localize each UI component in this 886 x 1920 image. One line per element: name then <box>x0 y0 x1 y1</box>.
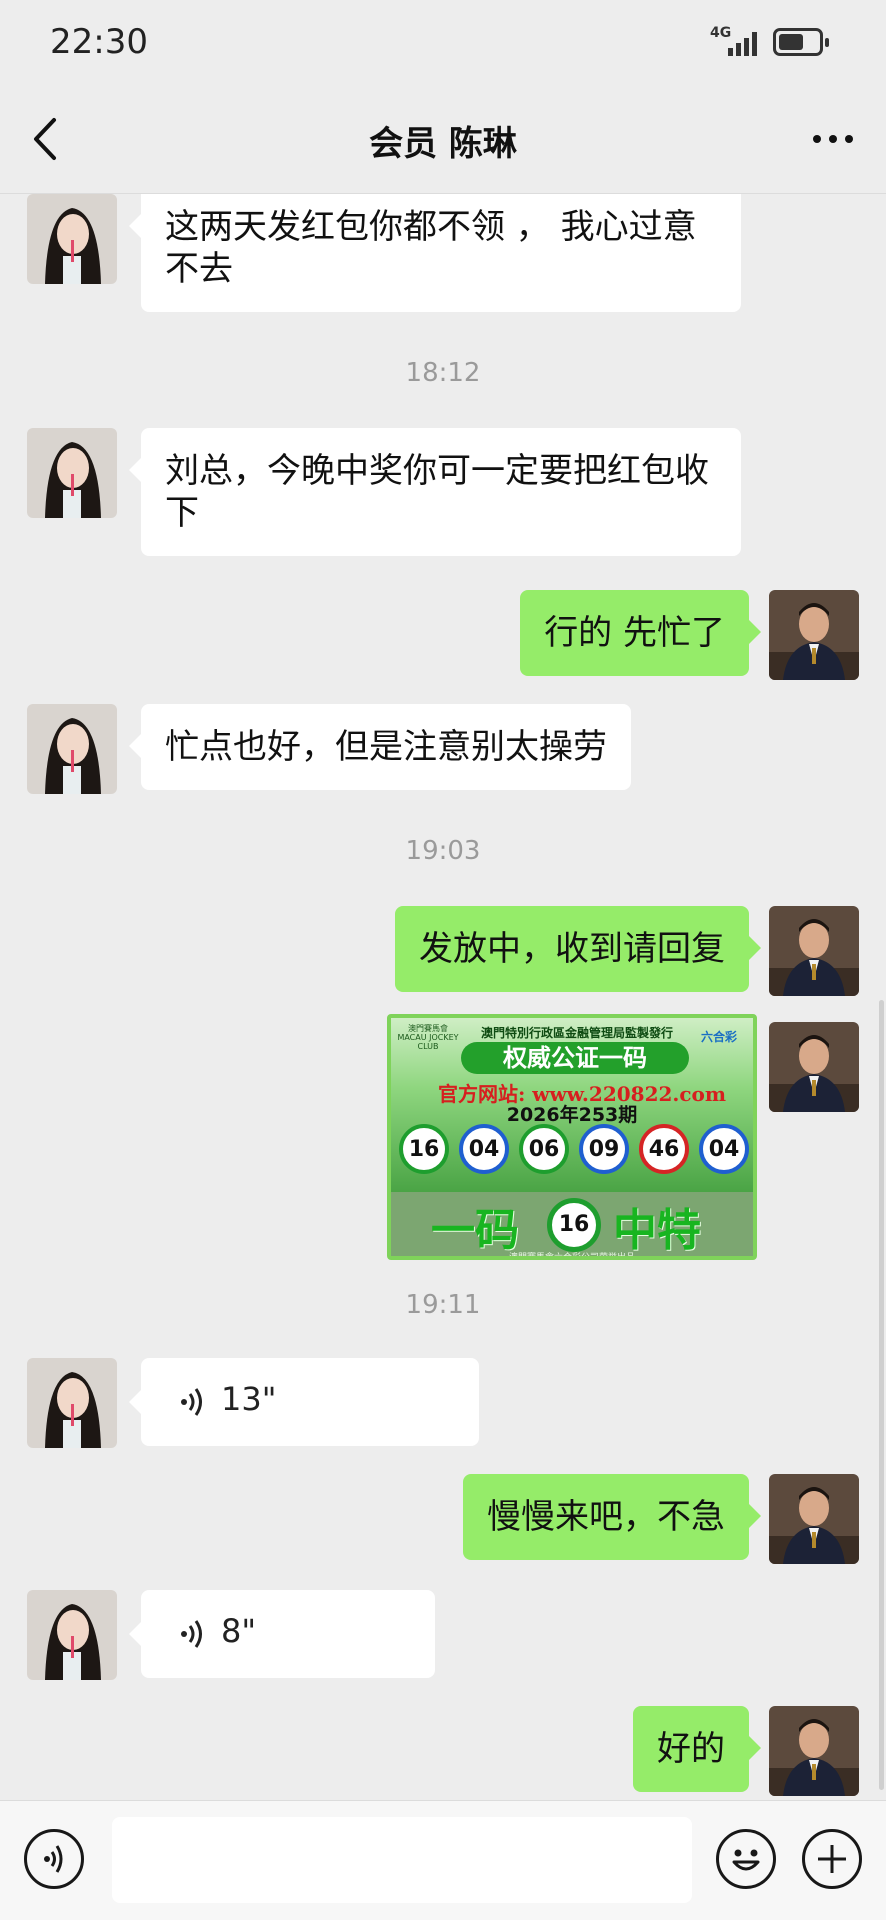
avatar[interactable] <box>27 1590 117 1680</box>
lottery-balls: 16 04 06 09 46 04 <box>399 1124 749 1178</box>
status-bar: 22:30 4G <box>0 0 886 88</box>
voice-message[interactable]: 13" <box>129 1358 479 1446</box>
message-text: 这两天发红包你都不领 ， 我心过意不去 <box>165 207 697 289</box>
avatar[interactable] <box>769 1474 859 1564</box>
plus-button[interactable] <box>802 1829 862 1889</box>
avatar[interactable] <box>27 1358 117 1448</box>
voice-input-button[interactable] <box>24 1829 84 1889</box>
voice-duration: 13" <box>221 1380 277 1418</box>
voice-duration: 8" <box>221 1612 257 1650</box>
message-bubble[interactable]: 这两天发红包你都不领 ， 我心过意不去 <box>129 194 741 312</box>
lottery-ball: 04 <box>699 1124 749 1174</box>
lottery-title: 权威公证一码 <box>461 1042 689 1074</box>
message-text: 好的 <box>657 1729 725 1769</box>
more-icon[interactable] <box>808 112 858 166</box>
lottery-banner: 澳門賽馬會 MACAU JOCKEY CLUB 澳門特別行政區金融管理局監製發行… <box>391 1018 753 1192</box>
chat-header: 会员 陈琳 <box>0 88 886 194</box>
avatar[interactable] <box>27 194 117 284</box>
message-bubble[interactable]: 行的 先忙了 <box>520 590 761 676</box>
avatar[interactable] <box>769 1706 859 1796</box>
input-bar <box>0 1800 886 1920</box>
signal-icon <box>728 30 764 56</box>
lottery-ball: 09 <box>579 1124 629 1174</box>
message-text: 忙点也好，但是注意别太操劳 <box>165 727 607 767</box>
avatar[interactable] <box>27 704 117 794</box>
avatar[interactable] <box>769 906 859 996</box>
lottery-issue: 2026年253期 <box>506 1104 638 1126</box>
mark-six-logo: 六合彩 <box>700 1030 737 1044</box>
voice-wave-icon <box>179 1384 209 1420</box>
timestamp: 19:03 <box>405 836 481 866</box>
lottery-ball: 06 <box>519 1124 569 1174</box>
lottery-footer: 澳門賽馬會六合彩公司荣誉出品 <box>508 1253 635 1260</box>
jockey-club-logo: 澳門賽馬會 MACAU JOCKEY CLUB <box>397 1024 459 1051</box>
message-text: 发放中，收到请回复 <box>419 929 725 969</box>
lottery-special-ball: 16 <box>547 1198 601 1252</box>
lottery-issuer: 澳門特別行政區金融管理局監製發行 <box>480 1026 673 1040</box>
image-message[interactable]: 澳門賽馬會 MACAU JOCKEY CLUB 澳門特別行政區金融管理局監製發行… <box>387 1014 757 1260</box>
lottery-big-right: 中特 <box>613 1205 701 1256</box>
lottery-ball: 46 <box>639 1124 689 1174</box>
message-text: 慢慢来吧，不急 <box>487 1497 725 1537</box>
chat-area[interactable]: 这两天发红包你都不领 ， 我心过意不去 18:12 刘总，今晚中奖你可一定要把红… <box>0 194 886 1800</box>
message-input[interactable] <box>112 1817 692 1903</box>
message-bubble[interactable]: 刘总，今晚中奖你可一定要把红包收下 <box>129 428 741 556</box>
status-time: 22:30 <box>50 22 148 62</box>
chat-title: 会员 陈琳 <box>369 124 517 164</box>
scrollbar[interactable] <box>879 1000 884 1790</box>
avatar[interactable] <box>769 1022 859 1112</box>
voice-message[interactable]: 8" <box>129 1590 435 1678</box>
lottery-special-row: 一码 16 中特 澳門賽馬會六合彩公司荣誉出品 <box>391 1192 753 1260</box>
message-text: 行的 先忙了 <box>544 613 725 653</box>
message-bubble[interactable]: 发放中，收到请回复 <box>395 906 761 992</box>
battery-icon <box>773 28 829 56</box>
timestamp: 18:12 <box>405 358 481 388</box>
voice-wave-icon <box>179 1616 209 1652</box>
message-text: 刘总，今晚中奖你可一定要把红包收下 <box>165 451 709 533</box>
lottery-ball: 16 <box>399 1124 449 1174</box>
message-bubble[interactable]: 忙点也好，但是注意别太操劳 <box>129 704 631 790</box>
lottery-big-left: 一码 <box>431 1205 519 1256</box>
avatar[interactable] <box>27 428 117 518</box>
message-bubble[interactable]: 慢慢来吧，不急 <box>463 1474 761 1560</box>
timestamp: 19:11 <box>405 1290 481 1320</box>
message-bubble[interactable]: 好的 <box>633 1706 761 1792</box>
lottery-ball: 04 <box>459 1124 509 1174</box>
avatar[interactable] <box>769 590 859 680</box>
emoji-button[interactable] <box>716 1829 776 1889</box>
